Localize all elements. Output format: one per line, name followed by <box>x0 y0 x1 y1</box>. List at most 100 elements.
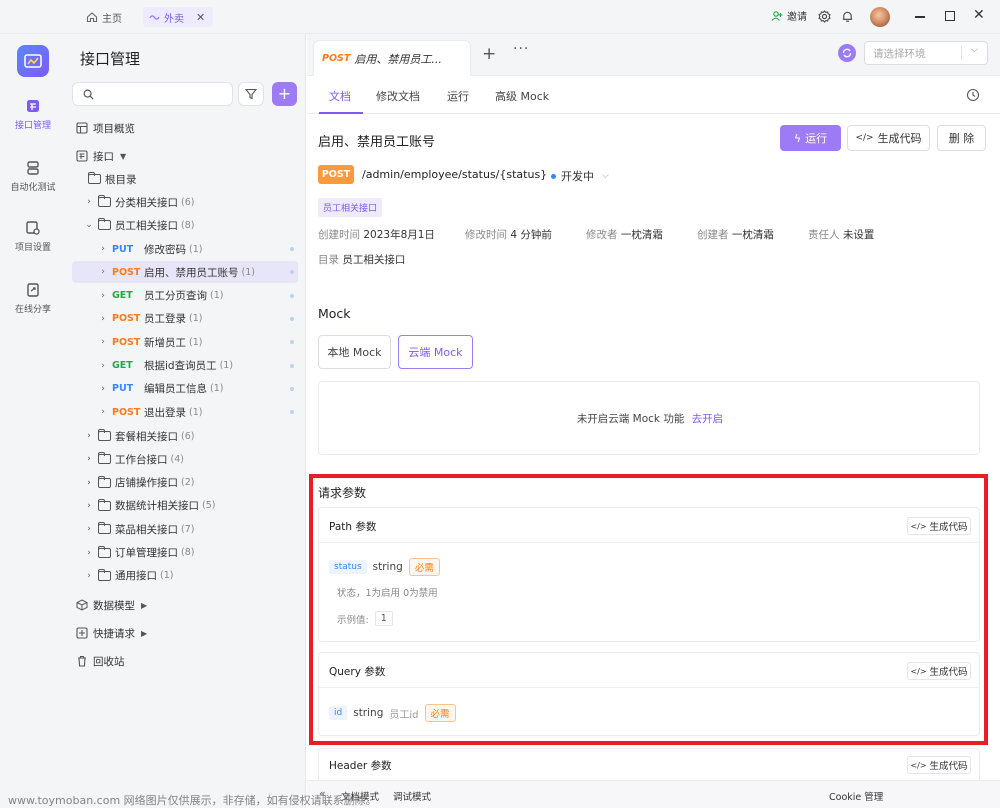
folder-icon <box>98 498 111 511</box>
rail-api-management[interactable]: 接口管理 <box>0 98 66 131</box>
trash-icon <box>78 655 86 667</box>
maximize-icon[interactable] <box>945 11 955 21</box>
mock-notice: 未开启云端 Mock 功能 去开启 <box>576 413 724 425</box>
sidebar-item-overview[interactable]: 项目概览 <box>72 117 298 139</box>
tab-doc[interactable]: 文档 <box>329 88 351 104</box>
local-mock-tab[interactable]: 本地 Mock <box>318 335 391 369</box>
tree-count: (6) <box>181 196 195 208</box>
rail-automation-test[interactable]: 自动化测试 <box>0 160 66 193</box>
chevron-right-icon: › <box>101 407 105 418</box>
mock-notice-card: 未开启云端 Mock 功能 去开启 <box>318 381 980 455</box>
sidebar-item-quick-request[interactable]: 快捷请求 ▶ <box>72 622 298 644</box>
tree-folder[interactable]: ⌄ 员工相关接口 (8) <box>72 214 298 236</box>
doc-tab-active[interactable]: POST 启用、禁用员工... <box>313 40 471 76</box>
tree-label: 分类相关接口 <box>115 196 178 209</box>
sidebar-item-api-root[interactable]: 接口 ▼ <box>72 145 298 167</box>
status-dot <box>290 316 294 321</box>
caret-down-icon: ▼ <box>120 151 127 161</box>
doc-tab-bar: POST 启用、禁用员工... + ··· 请选择环境 ⌵ <box>307 34 1000 76</box>
tree-folder[interactable]: › 工作台接口 (4) <box>72 448 298 470</box>
tree-root-dir[interactable]: 根目录 <box>72 168 298 190</box>
cloud-mock-tab[interactable]: 云端 Mock <box>398 335 473 369</box>
chevron-right-icon: › <box>87 524 91 535</box>
tree-count: (1) <box>210 290 224 302</box>
history-icon[interactable] <box>966 88 980 102</box>
cookie-manager-button[interactable]: Cookie 管理 <box>829 789 883 803</box>
query-params-card: Query 参数 </> 生成代码 id string 员工id 必需 <box>318 652 980 736</box>
tree-folder[interactable]: › 菜品相关接口 (7) <box>72 518 298 540</box>
tree-folder[interactable]: › 通用接口 (1) <box>72 565 298 587</box>
tab-edit-doc[interactable]: 修改文档 <box>376 88 420 104</box>
more-icon[interactable]: ··· <box>513 41 529 57</box>
param-description: 状态，1为启用 0为禁用 <box>337 588 438 599</box>
invite-button[interactable]: 邀请 <box>771 8 807 23</box>
tree-api-item[interactable]: › PUT 编辑员工信息 (1) <box>72 378 298 400</box>
generate-code-button[interactable]: </> 生成代码 <box>847 125 930 151</box>
tree-count: (1) <box>189 243 203 255</box>
header-generate-code-button[interactable]: </> 生成代码 <box>907 756 971 774</box>
tree-folder[interactable]: › 订单管理接口 (8) <box>72 542 298 564</box>
tree-folder[interactable]: › 分类相关接口 (6) <box>72 191 298 213</box>
settings-icon[interactable] <box>818 10 831 23</box>
new-tab-icon[interactable]: + <box>482 44 496 64</box>
sidebar-item-data-model[interactable]: 数据模型 ▶ <box>72 594 298 616</box>
debug-mode-button[interactable]: 调试模式 <box>393 789 431 803</box>
tree-api-item[interactable]: › GET 员工分页查询 (1) <box>72 285 298 307</box>
add-api-button[interactable]: + <box>272 82 297 106</box>
tree-label: 编辑员工信息 <box>144 383 207 396</box>
tab-advanced-mock[interactable]: 高级 Mock <box>495 88 549 104</box>
quick-request-icon <box>76 627 88 639</box>
chevron-right-icon: › <box>101 337 105 348</box>
home-tab[interactable]: 主页 <box>86 7 122 27</box>
filter-icon <box>245 88 257 100</box>
code-icon: </> <box>910 760 927 770</box>
chevron-right-icon: › <box>101 267 105 278</box>
chevron-down-icon: ⌄ <box>85 220 93 230</box>
query-params-title: Query 参数 <box>329 666 386 678</box>
status-dot <box>551 173 556 179</box>
method-label: GET <box>112 290 133 302</box>
tree-api-item[interactable]: › POST 员工登录 (1) <box>72 308 298 330</box>
window-close-icon[interactable]: ✕ <box>973 7 985 23</box>
path-generate-code-button[interactable]: </> 生成代码 <box>907 517 971 535</box>
project-tab[interactable]: 外卖 ✕ <box>143 7 213 27</box>
minimize-icon[interactable] <box>915 16 925 18</box>
tree-folder[interactable]: › 数据统计相关接口 (5) <box>72 495 298 517</box>
tree-count: (5) <box>202 500 216 512</box>
env-sync-icon[interactable] <box>838 44 856 62</box>
owner: 责任人 未设置 <box>808 229 875 241</box>
delete-button[interactable]: 删 除 <box>937 125 986 151</box>
chevron-down-icon: ⌵ <box>602 171 609 181</box>
tree-folder[interactable]: › 套餐相关接口 (6) <box>72 425 298 447</box>
bell-icon[interactable] <box>841 10 854 23</box>
chevron-right-icon: › <box>101 290 105 301</box>
tree-label: 修改密码 <box>144 243 186 256</box>
tab-run[interactable]: 运行 <box>447 88 469 104</box>
sidebar-search-input[interactable] <box>72 82 233 106</box>
tree-api-item[interactable]: › POST 退出登录 (1) <box>72 401 298 423</box>
sidebar-item-trash[interactable]: 回收站 <box>72 650 298 672</box>
tree-label: 员工分页查询 <box>144 290 207 303</box>
param-example: 示例值: 1 <box>337 611 393 626</box>
avatar[interactable] <box>870 7 890 27</box>
tree-api-item[interactable]: › GET 根据id查询员工 (1) <box>72 355 298 377</box>
plus-icon: + <box>277 84 292 103</box>
rail-online-share[interactable]: 在线分享 <box>0 282 66 315</box>
query-generate-code-button[interactable]: </> 生成代码 <box>907 662 971 680</box>
chevron-down-icon: ⌵ <box>971 45 978 55</box>
tree-count: (1) <box>189 313 203 325</box>
run-label: 运行 <box>805 132 828 145</box>
invite-label: 邀请 <box>787 12 807 23</box>
tree-api-item[interactable]: › POST 启用、禁用员工账号 (1) <box>72 261 298 284</box>
tree-api-item[interactable]: › PUT 修改密码 (1) <box>72 238 298 260</box>
filter-button[interactable] <box>238 82 264 106</box>
enable-mock-link[interactable]: 去开启 <box>692 413 724 425</box>
cube-icon <box>76 599 88 611</box>
rail-project-settings[interactable]: 项目设置 <box>0 220 66 253</box>
tree-api-item[interactable]: › POST 新增员工 (1) <box>72 331 298 353</box>
status-select[interactable]: 开发中 ⌵ <box>551 168 609 184</box>
close-tab-icon[interactable]: ✕ <box>196 11 205 24</box>
environment-select[interactable]: 请选择环境 ⌵ <box>864 41 988 65</box>
tree-folder[interactable]: › 店铺操作接口 (2) <box>72 472 298 494</box>
run-button[interactable]: ϟ 运行 <box>780 125 841 151</box>
